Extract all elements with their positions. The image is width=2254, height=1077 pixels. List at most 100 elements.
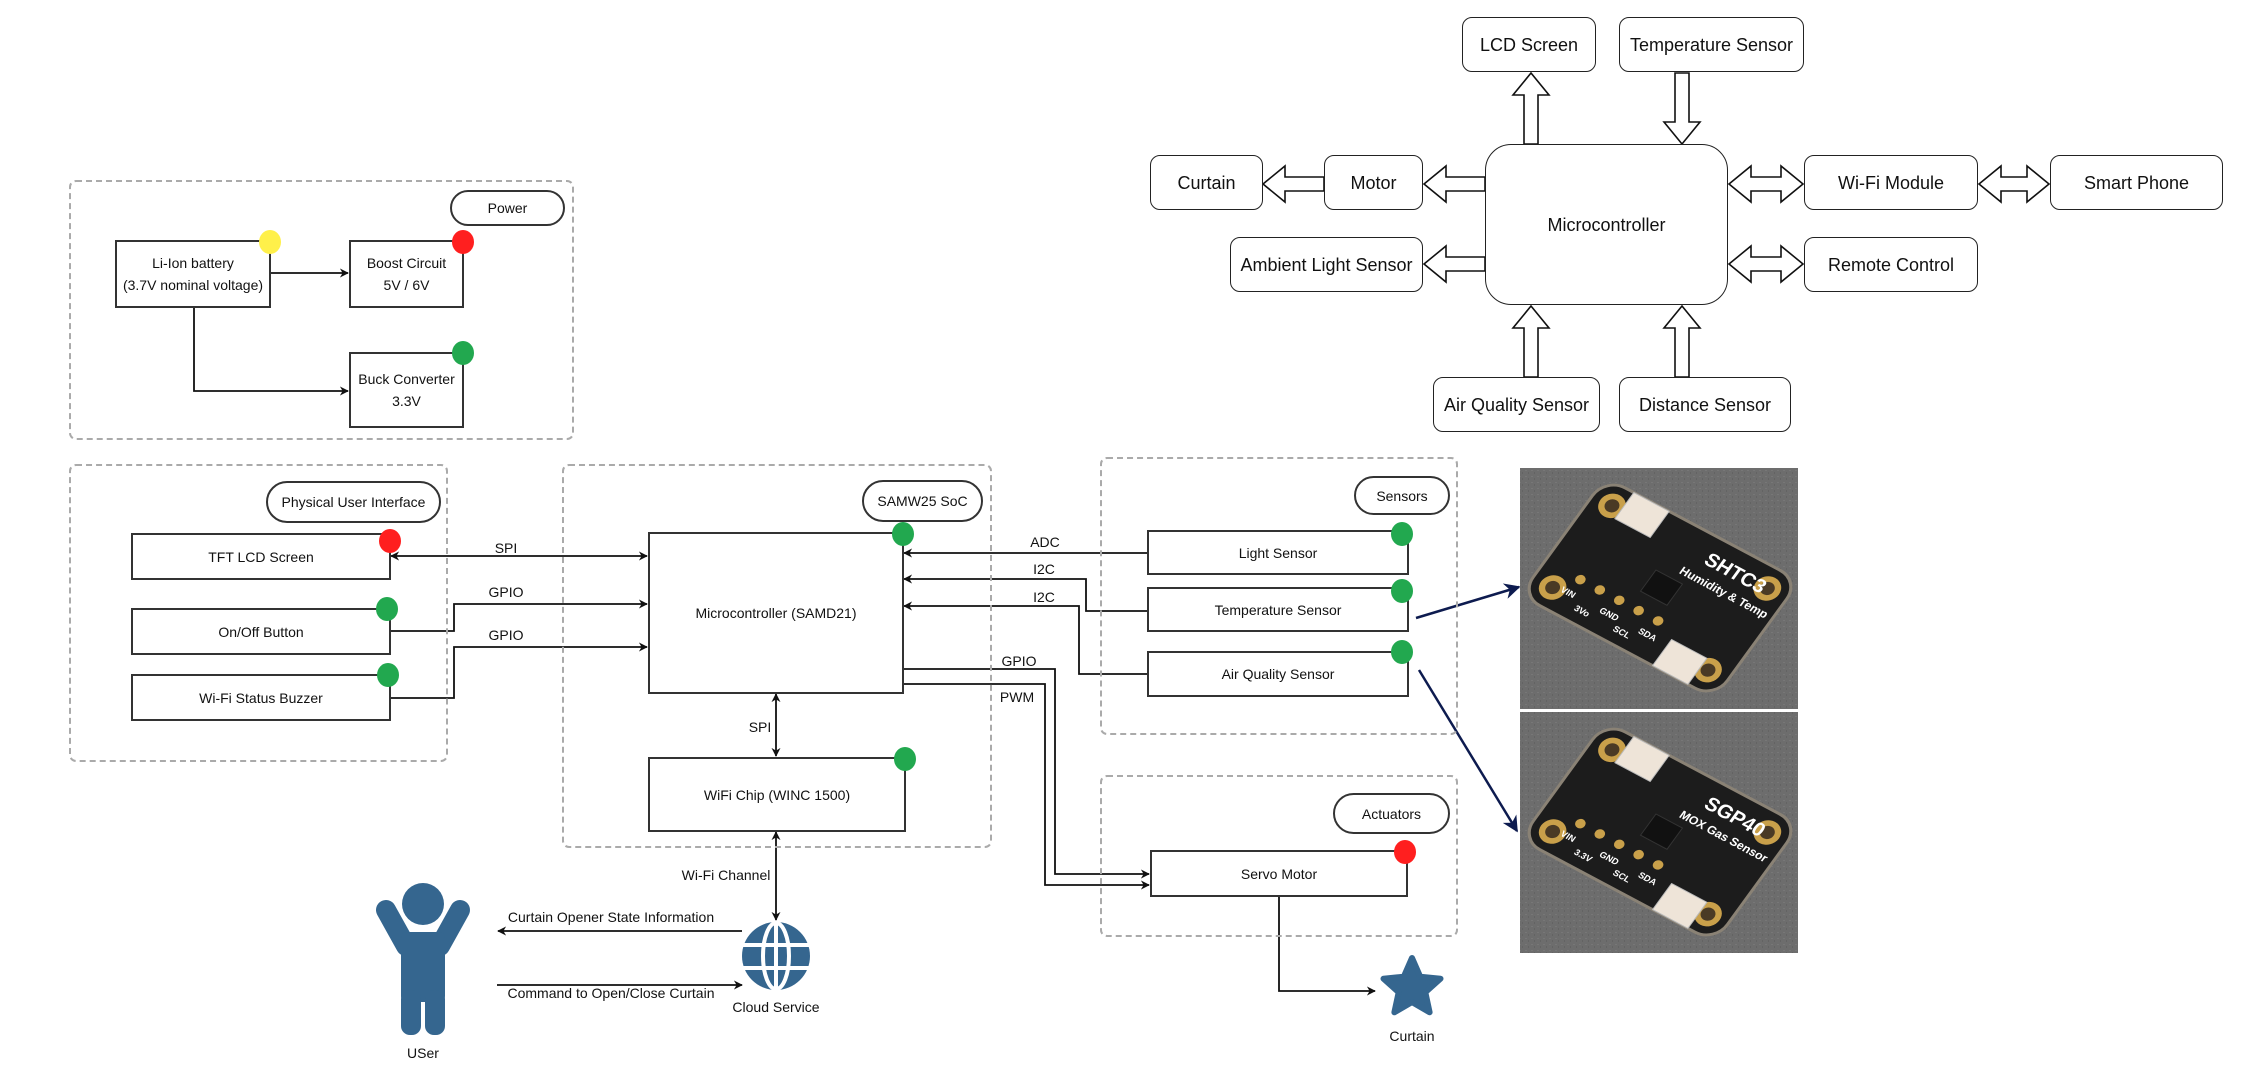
label-command: Command to Open/Close Curtain [507, 985, 715, 1001]
label-spi-wifi: SPI [748, 719, 772, 735]
soc-label-text: SAMW25 SoC [877, 493, 968, 509]
overview-motor-label: Motor [1350, 172, 1397, 193]
sgp40-photo: SGP40MOX Gas SensorVIN3.3V GNDSCL SDA [1520, 712, 1798, 953]
actuators-label-text: Actuators [1361, 805, 1422, 822]
globe-icon [742, 921, 810, 991]
samd21-name: Microcontroller (SAMD21) [695, 605, 857, 621]
curtain-label: Curtain [1389, 1028, 1435, 1044]
overview-remote-control: Remote Control [1804, 237, 1978, 292]
overview-remote-control-label: Remote Control [1827, 254, 1955, 275]
boost-circuit-block: Boost Circuit 5V / 6V [349, 240, 464, 308]
on-off-button-name: On/Off Button [218, 623, 304, 640]
label-i2c-temp: I2C [1033, 561, 1055, 577]
overview-distance-sensor: Distance Sensor [1619, 377, 1791, 432]
power-label-text: Power [487, 200, 528, 216]
servo-motor-name: Servo Motor [1240, 865, 1318, 882]
status-dot-battery [259, 230, 281, 254]
status-dot-air [1391, 640, 1413, 664]
sensors-label-text: Sensors [1376, 487, 1428, 504]
arrow-air-mcu [1511, 304, 1551, 378]
sensors-group-label: Sensors [1354, 476, 1450, 515]
actuators-group-label: Actuators [1333, 793, 1450, 834]
arrow-mcu-lcd [1511, 71, 1551, 145]
overview-air-quality-sensor-label: Air Quality Sensor [1443, 394, 1590, 415]
overview-smart-phone-label: Smart Phone [2083, 172, 2190, 193]
person-icon [376, 883, 470, 1035]
overview-microcontroller: Microcontroller [1485, 144, 1728, 305]
temperature-sensor-block: Temperature Sensor [1147, 587, 1409, 632]
temperature-sensor-name: Temperature Sensor [1214, 601, 1342, 618]
light-sensor-block: Light Sensor [1147, 530, 1409, 575]
wifi-chip-name: WiFi Chip (WINC 1500) [703, 786, 851, 803]
battery-name: Li-Ion battery [152, 255, 234, 271]
battery-block: Li-Ion battery (3.7V nominal voltage) [115, 240, 271, 308]
status-dot-boost [452, 230, 474, 254]
label-gpio-servo: GPIO [1001, 653, 1037, 669]
status-dot-buck [452, 341, 474, 365]
status-dot-buzzer [377, 663, 399, 687]
overview-lcd-screen: LCD Screen [1462, 17, 1596, 72]
overview-distance-sensor-label: Distance Sensor [1638, 394, 1772, 415]
tft-lcd-block: TFT LCD Screen [131, 533, 391, 580]
label-spi-tft: SPI [494, 540, 518, 556]
overview-curtain: Curtain [1150, 155, 1263, 210]
overview-curtain-label: Curtain [1177, 172, 1236, 193]
overview-smart-phone: Smart Phone [2050, 155, 2223, 210]
air-quality-sensor-block: Air Quality Sensor [1147, 651, 1409, 697]
air-quality-sensor-name: Air Quality Sensor [1221, 666, 1335, 682]
label-gpio-buzzer: GPIO [488, 627, 524, 643]
battery-voltage: (3.7V nominal voltage) [122, 277, 264, 293]
status-dot-button [376, 597, 398, 621]
status-dot-tft [379, 529, 401, 553]
arrow-motor-curtain [1261, 164, 1325, 204]
on-off-button-block: On/Off Button [131, 608, 391, 655]
label-state-info: Curtain Opener State Information [507, 909, 715, 925]
cloud-service-label: Cloud Service [732, 999, 820, 1015]
boost-name: Boost Circuit [366, 255, 447, 271]
status-dot-light [1391, 522, 1413, 546]
overview-ambient-light-sensor-label: Ambient Light Sensor [1240, 254, 1413, 275]
overview-ambient-light-sensor: Ambient Light Sensor [1230, 237, 1423, 292]
arrow-mcu-wifi [1727, 164, 1805, 204]
servo-motor-block: Servo Motor [1150, 850, 1408, 897]
status-dot-servo [1394, 840, 1416, 864]
label-adc: ADC [1030, 534, 1060, 550]
buck-name: Buck Converter [358, 371, 455, 387]
overview-motor: Motor [1324, 155, 1423, 210]
soc-group-label: SAMW25 SoC [862, 480, 983, 522]
light-sensor-name: Light Sensor [1238, 544, 1318, 561]
shtc3-photo: SHTC3Humidity & TempVIN3Vo GNDSCL SDA [1520, 468, 1798, 709]
power-group-label: Power [450, 190, 565, 226]
status-dot-wifi-chip [894, 747, 916, 771]
label-i2c-air: I2C [1033, 589, 1055, 605]
overview-microcontroller-label: Microcontroller [1547, 214, 1666, 235]
arrow-distance-mcu [1662, 304, 1702, 378]
arrow-mcu-motor [1422, 164, 1486, 204]
label-gpio-button: GPIO [488, 584, 524, 600]
samd21-block: Microcontroller (SAMD21) [648, 532, 904, 694]
overview-lcd-screen-label: LCD Screen [1479, 34, 1579, 55]
wifi-buzzer-name: Wi-Fi Status Buzzer [199, 689, 323, 706]
arrow-temp-mcu [1662, 72, 1702, 146]
tft-lcd-name: TFT LCD Screen [208, 548, 314, 565]
overview-wifi-module: Wi-Fi Module [1804, 155, 1978, 210]
label-pwm-servo: PWM [999, 689, 1035, 705]
buck-converter-block: Buck Converter 3.3V [349, 352, 464, 428]
boost-voltage: 5V / 6V [383, 277, 430, 293]
ui-group-label: Physical User Interface [266, 481, 441, 523]
overview-temperature-sensor-label: Temperature Sensor [1629, 34, 1794, 55]
label-wifi-channel: Wi-Fi Channel [681, 867, 771, 883]
ui-label-text: Physical User Interface [281, 494, 426, 510]
arrow-mcu-remote [1727, 244, 1805, 284]
user-label: USer [407, 1045, 439, 1061]
arrow-wifi-phone [1977, 164, 2051, 204]
wifi-chip-block: WiFi Chip (WINC 1500) [648, 757, 906, 832]
buck-voltage: 3.3V [392, 393, 421, 409]
star-icon [1380, 955, 1444, 1016]
overview-wifi-module-label: Wi-Fi Module [1837, 172, 1944, 193]
wifi-buzzer-block: Wi-Fi Status Buzzer [131, 674, 391, 721]
status-dot-temp [1391, 579, 1413, 603]
status-dot-samd21 [892, 522, 914, 546]
overview-temperature-sensor: Temperature Sensor [1619, 17, 1804, 72]
arrow-mcu-ambient [1422, 244, 1486, 284]
